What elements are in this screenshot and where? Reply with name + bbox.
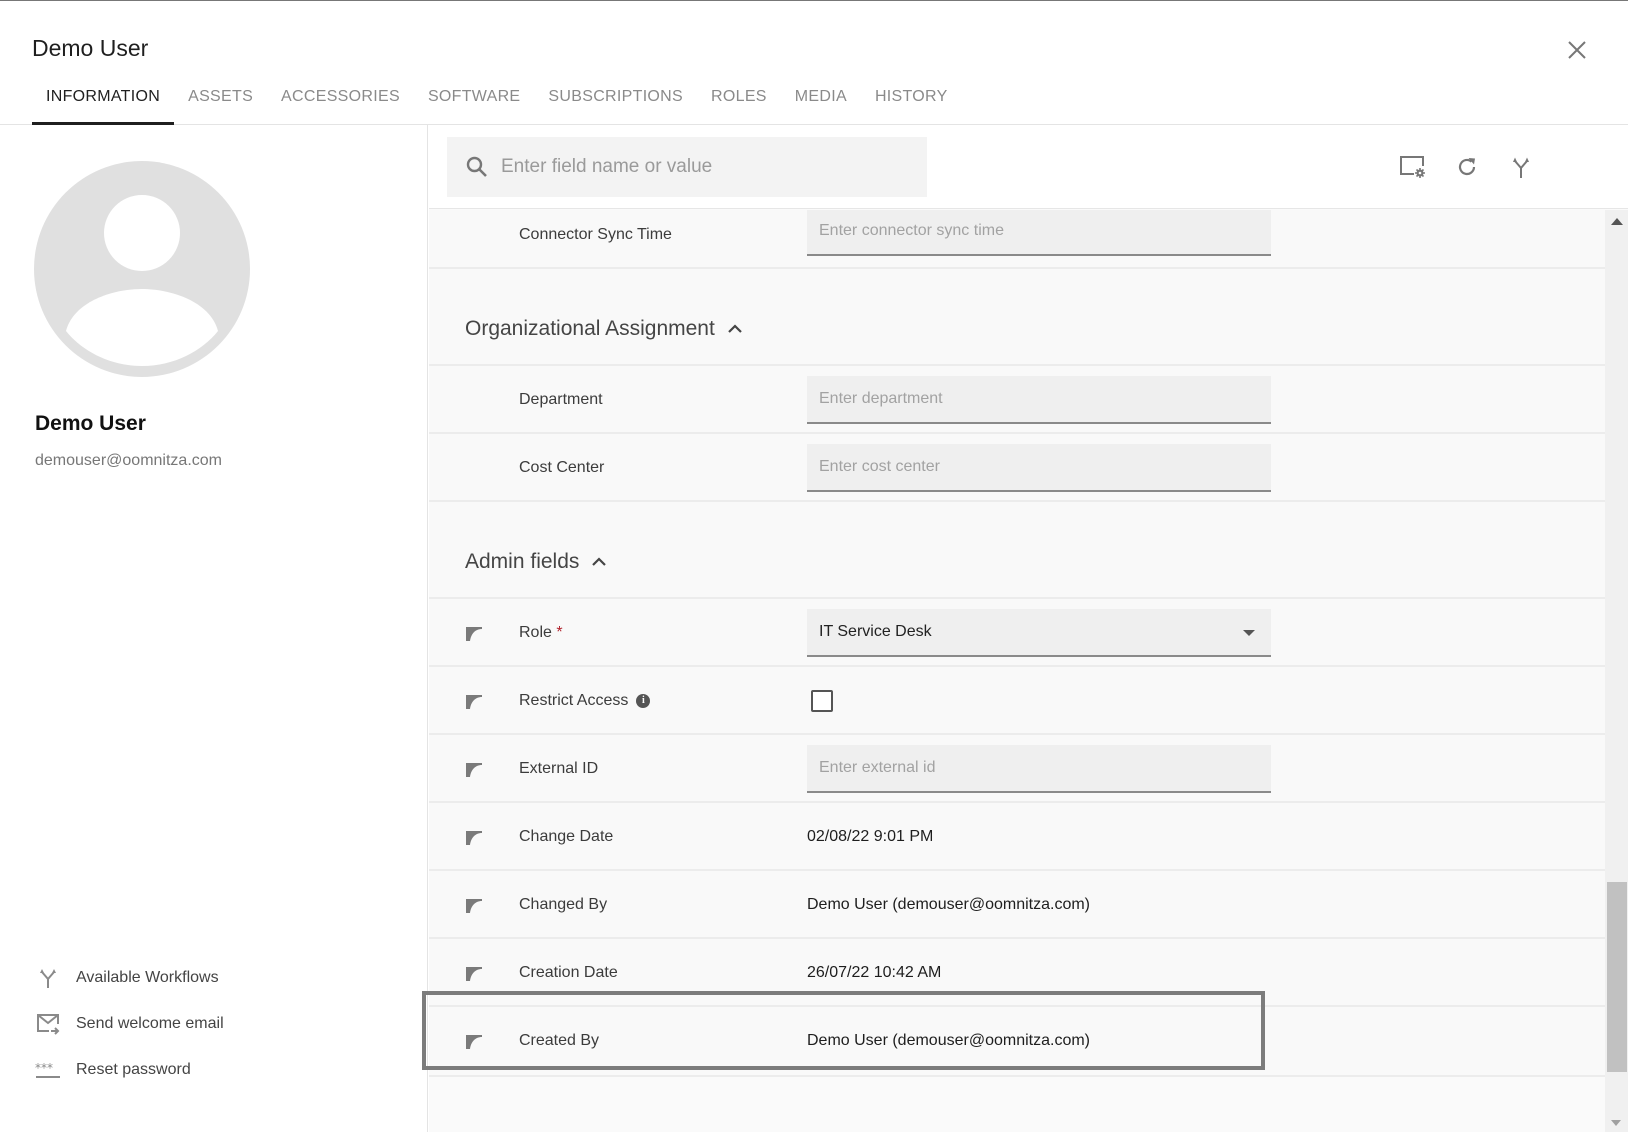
connector-sync-time-field (807, 210, 1271, 256)
workflows-button[interactable] (1505, 151, 1537, 183)
profile-panel: Demo User demouser@oomnitza.com Availabl… (0, 125, 428, 1132)
tab-accessories[interactable]: ACCESSORIES (267, 79, 414, 125)
field-row-connector-sync-time: Connector Sync Time (429, 210, 1605, 269)
field-label: Cost Center (519, 459, 605, 476)
created-by-value: Demo User (demouser@oomnitza.com) (807, 1032, 1090, 1049)
field-row-changed-by: Changed By Demo User (demouser@oomnitza.… (429, 871, 1605, 939)
creation-date-value: 26/07/22 10:42 AM (807, 964, 942, 981)
fields-toolbar (429, 125, 1628, 209)
field-label: Role * (519, 624, 563, 642)
field-search (447, 137, 927, 197)
restrict-access-checkbox[interactable] (811, 690, 833, 712)
scroll-up-arrow-icon[interactable] (1611, 218, 1623, 225)
field-label: Department (519, 391, 603, 408)
department-field (807, 376, 1271, 424)
field-label: Change Date (519, 828, 614, 845)
dropdown-caret-icon (1243, 630, 1255, 636)
close-button[interactable] (1562, 35, 1592, 65)
field-row-external-id: External ID (429, 735, 1605, 803)
close-icon (1568, 41, 1586, 59)
field-label: External ID (519, 760, 599, 777)
admin-field-icon (466, 627, 482, 641)
restrict-access-label-text: Restrict Access (519, 692, 629, 709)
info-icon[interactable]: i (636, 693, 651, 708)
dialog-title: Demo User (32, 35, 149, 61)
tab-bar: INFORMATION ASSETS ACCESSORIES SOFTWARE … (32, 79, 962, 125)
available-workflows-button[interactable]: Available Workflows (34, 955, 224, 1001)
section-title: Organizational Assignment (465, 317, 715, 340)
search-input[interactable] (501, 156, 901, 178)
send-welcome-email-label: Send welcome email (76, 1015, 224, 1032)
field-label: Created By (519, 1032, 600, 1049)
tab-subscriptions[interactable]: SUBSCRIPTIONS (534, 79, 697, 125)
user-avatar-icon (34, 161, 250, 377)
field-row-restrict-access: Restrict Access i (429, 667, 1605, 735)
role-selected-value: IT Service Desk (819, 623, 932, 640)
workflow-fork-icon (40, 969, 56, 988)
vertical-scrollbar[interactable] (1605, 210, 1628, 1132)
svg-text:***: *** (35, 1061, 53, 1075)
tab-information[interactable]: INFORMATION (32, 79, 175, 125)
admin-field-icon (466, 1035, 482, 1049)
external-id-field (807, 745, 1271, 793)
section-toggle-organizational-assignment[interactable]: Organizational Assignment (465, 317, 743, 341)
chevron-up-icon (728, 324, 742, 333)
fields-scroll-area: Connector Sync Time Organizational Assig… (429, 210, 1605, 1132)
field-label: Connector Sync Time (519, 226, 672, 243)
field-row-creation-date: Creation Date 26/07/22 10:42 AM (429, 939, 1605, 1007)
tab-roles[interactable]: ROLES (697, 79, 781, 125)
email-send-icon (37, 1014, 60, 1035)
change-date-value: 02/08/22 9:01 PM (807, 828, 934, 845)
changed-by-value: Demo User (demouser@oomnitza.com) (807, 896, 1090, 913)
section-toggle-admin-fields[interactable]: Admin fields (465, 550, 607, 574)
field-row-created-by: Created By Demo User (demouser@oomnitza.… (429, 1007, 1605, 1077)
refresh-button[interactable] (1451, 151, 1483, 183)
password-asterisks-icon: *** (35, 1061, 60, 1078)
customize-layout-button[interactable] (1397, 151, 1429, 183)
screen-settings-icon (1400, 156, 1425, 178)
tab-software[interactable]: SOFTWARE (414, 79, 534, 125)
admin-field-icon (466, 967, 482, 981)
tab-media[interactable]: MEDIA (781, 79, 861, 125)
field-row-role: Role * IT Service Desk (429, 599, 1605, 667)
tab-history[interactable]: HISTORY (861, 79, 962, 125)
section-admin-fields: Admin fields (429, 502, 1605, 599)
field-label: Restrict Access i (519, 692, 651, 710)
section-title: Admin fields (465, 550, 580, 573)
profile-email: demouser@oomnitza.com (35, 452, 222, 469)
dialog-header: Demo User INFORMATION ASSETS ACCESSORIES… (0, 1, 1628, 125)
available-workflows-label: Available Workflows (76, 969, 219, 986)
chevron-up-icon (592, 557, 607, 566)
workflow-fork-icon (1513, 157, 1529, 178)
field-label: Changed By (519, 896, 608, 913)
field-row-department: Department (429, 366, 1605, 434)
profile-name: Demo User (35, 412, 146, 435)
search-icon (466, 156, 487, 177)
field-row-cost-center: Cost Center (429, 434, 1605, 502)
profile-actions: Available Workflows Send welcome email *… (34, 955, 224, 1093)
information-panel: Connector Sync Time Organizational Assig… (422, 125, 1628, 1132)
section-organizational-assignment: Organizational Assignment (429, 269, 1605, 366)
cost-center-input[interactable] (819, 458, 1271, 476)
reset-password-label: Reset password (76, 1061, 191, 1078)
connector-sync-time-input[interactable] (819, 222, 1271, 240)
field-label: Creation Date (519, 964, 618, 981)
field-row-change-date: Change Date 02/08/22 9:01 PM (429, 803, 1605, 871)
department-input[interactable] (819, 390, 1271, 408)
admin-field-icon (466, 899, 482, 913)
refresh-icon (1458, 158, 1476, 176)
admin-field-icon (466, 695, 482, 709)
scroll-down-arrow-icon[interactable] (1611, 1120, 1621, 1126)
cost-center-field (807, 444, 1271, 492)
reset-password-button[interactable]: *** Reset password (34, 1047, 224, 1093)
external-id-input[interactable] (819, 759, 1271, 777)
send-welcome-email-button[interactable]: Send welcome email (34, 1001, 224, 1047)
scrollbar-thumb[interactable] (1607, 882, 1627, 1072)
role-label-text: Role (519, 624, 552, 641)
tab-assets[interactable]: ASSETS (174, 79, 267, 125)
required-marker: * (556, 624, 563, 641)
role-select[interactable]: IT Service Desk (807, 609, 1271, 657)
admin-field-icon (466, 763, 482, 777)
admin-field-icon (466, 831, 482, 845)
